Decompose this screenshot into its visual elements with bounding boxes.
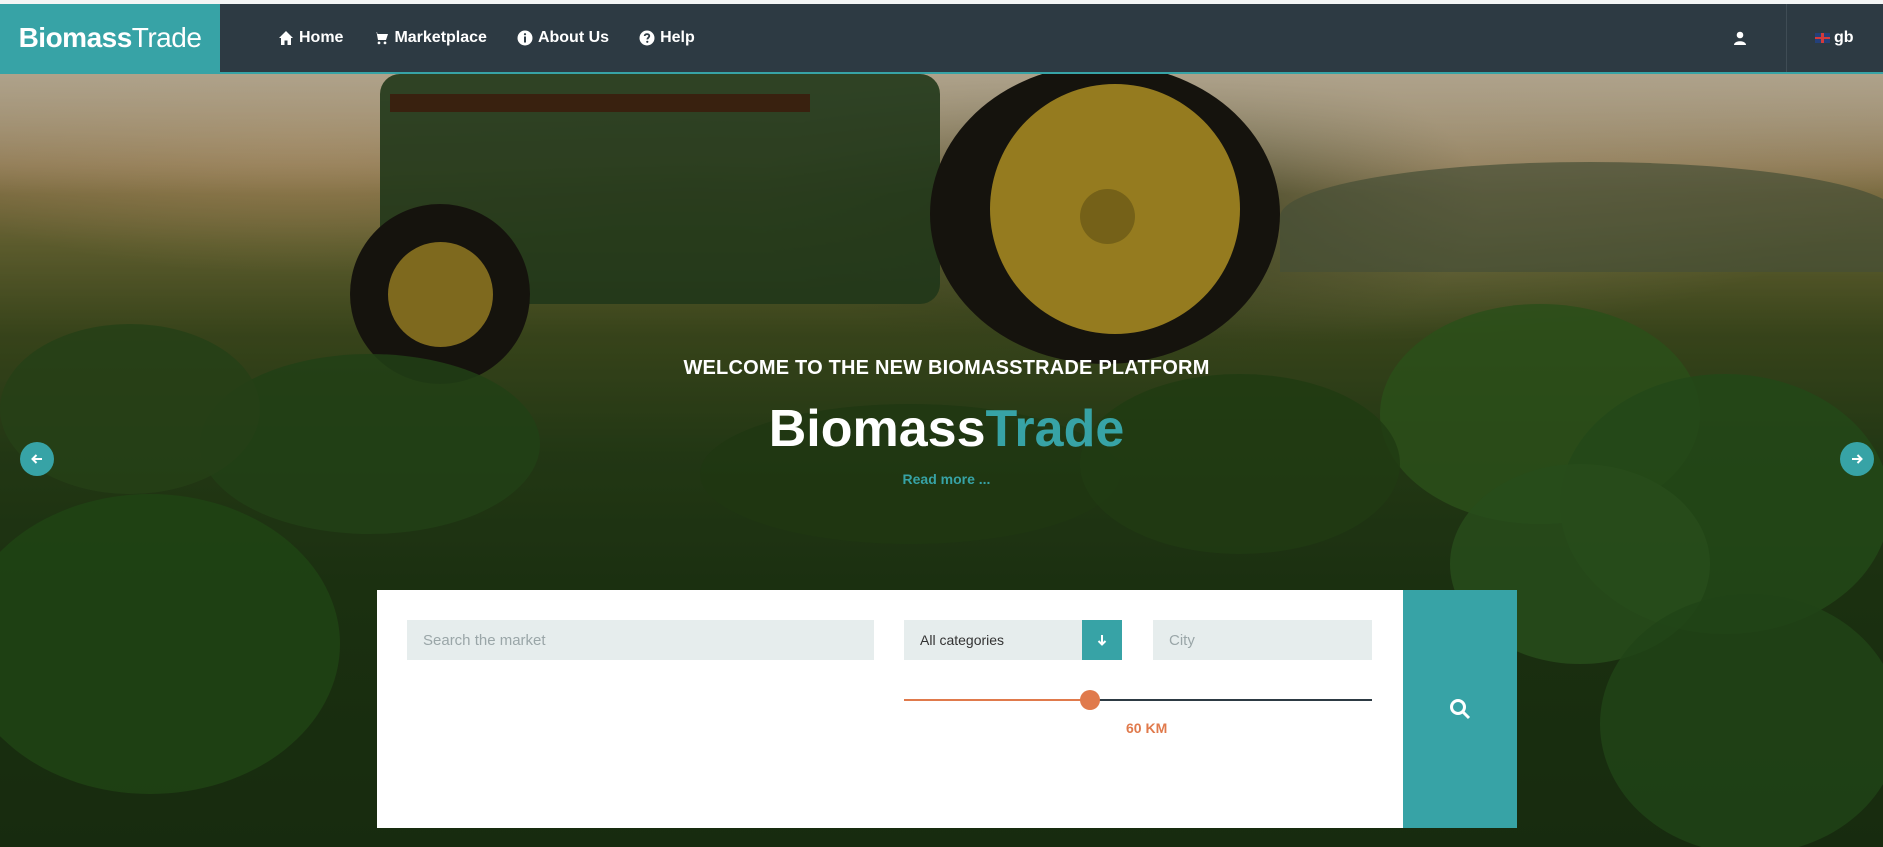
help-icon bbox=[639, 30, 655, 46]
info-icon bbox=[517, 30, 533, 46]
nav-item-label: Marketplace bbox=[394, 29, 487, 46]
nav-item-help[interactable]: Help bbox=[639, 29, 695, 47]
search-input[interactable] bbox=[407, 620, 874, 660]
carousel-prev-button[interactable] bbox=[20, 442, 54, 476]
uk-flag-icon bbox=[1815, 33, 1830, 43]
user-icon bbox=[1734, 31, 1746, 45]
radius-slider-fill bbox=[904, 699, 1090, 701]
search-icon bbox=[1450, 699, 1471, 720]
home-icon bbox=[279, 31, 293, 45]
read-more-link[interactable]: Read more ... bbox=[0, 471, 1883, 487]
cart-icon bbox=[374, 32, 389, 45]
arrow-left-icon bbox=[31, 454, 42, 464]
brand-bold-text: Biomass bbox=[18, 22, 133, 53]
hero-title-part2: Trade bbox=[985, 400, 1125, 458]
category-selected-label: All categories bbox=[920, 632, 1005, 648]
navbar: Biomass Trade Home Marketplace About Us H… bbox=[0, 4, 1883, 74]
carousel-next-button[interactable] bbox=[1840, 442, 1874, 476]
category-dropdown-button[interactable] bbox=[1082, 620, 1122, 660]
language-switcher[interactable]: gb bbox=[1815, 4, 1854, 72]
hero-title-part1: Biomass bbox=[768, 400, 986, 458]
nav-item-marketplace[interactable]: Marketplace bbox=[373, 29, 487, 47]
search-button[interactable] bbox=[1403, 590, 1517, 828]
nav-item-label: About Us bbox=[537, 29, 610, 46]
radius-slider-thumb[interactable] bbox=[1080, 690, 1100, 710]
arrow-down-icon bbox=[1097, 635, 1107, 646]
hero-subtitle: WELCOME TO THE NEW BIOMASSTRADE PLATFORM bbox=[683, 357, 1210, 379]
arrow-right-icon bbox=[1852, 454, 1863, 464]
hero-title: BiomassTrade bbox=[0, 399, 1883, 459]
search-panel: All categories 60 KM bbox=[377, 590, 1517, 828]
brand-thin-text: Trade bbox=[131, 22, 202, 53]
main-nav: Home Marketplace About Us Help bbox=[278, 4, 695, 72]
radius-value-label: 60 KM bbox=[1126, 720, 1168, 736]
brand-logo[interactable]: Biomass Trade bbox=[0, 4, 220, 72]
city-input[interactable] bbox=[1153, 620, 1372, 660]
nav-item-label: Help bbox=[660, 29, 695, 46]
nav-divider bbox=[1786, 4, 1787, 72]
nav-item-home[interactable]: Home bbox=[278, 29, 343, 47]
nav-item-about[interactable]: About Us bbox=[517, 29, 609, 47]
user-account-button[interactable] bbox=[1728, 4, 1752, 72]
language-code: gb bbox=[1834, 29, 1854, 46]
category-select[interactable]: All categories bbox=[904, 620, 1122, 660]
nav-item-label: Home bbox=[299, 29, 344, 46]
